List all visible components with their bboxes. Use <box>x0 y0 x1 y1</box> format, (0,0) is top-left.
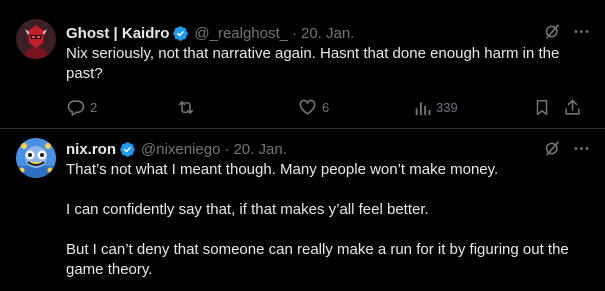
tweet-paragraph: But I can’t deny that someone can really… <box>66 241 569 278</box>
tweet-header-actions <box>543 139 591 158</box>
author-handle[interactable]: @nixeniego <box>141 141 220 158</box>
tweet-header-actions <box>543 22 591 41</box>
author-name[interactable]: Ghost | Kaidro <box>66 25 169 42</box>
tweet-paragraph: I can confidently say that, if that make… <box>66 201 429 218</box>
author-handle[interactable]: @_realghost_ <box>194 25 288 42</box>
reply-icon <box>66 98 85 117</box>
bookmark-icon <box>533 98 551 117</box>
tweet-text: Nix seriously, not that narrative again.… <box>66 45 560 82</box>
tweet-paragraph: That’s not what I meant though. Many peo… <box>66 161 499 178</box>
tweet-text: That’s not what I meant though. Many peo… <box>66 160 587 280</box>
views-icon <box>414 98 431 117</box>
tweet[interactable]: nix.ron @nixeniego · 20. Jan. That’s not… <box>0 129 605 291</box>
avatar[interactable] <box>16 19 56 59</box>
like-count: 6 <box>322 99 330 115</box>
tweet[interactable]: Ghost | Kaidro @_realghost_ · 20. Jan. N… <box>0 0 605 129</box>
reply-count: 2 <box>90 99 98 115</box>
separator-dot: · <box>292 24 297 42</box>
avatar[interactable] <box>16 138 56 178</box>
verified-badge-icon <box>172 25 189 42</box>
more-icon[interactable] <box>572 139 591 158</box>
reply-button[interactable]: 2 <box>66 97 97 117</box>
verified-badge-icon <box>119 141 136 158</box>
more-icon[interactable] <box>572 22 591 41</box>
tweet-header: Ghost | Kaidro @_realghost_ · 20. Jan. <box>66 23 605 43</box>
like-icon <box>298 98 317 117</box>
author-name[interactable]: nix.ron <box>66 141 116 158</box>
tweet-date[interactable]: 20. Jan. <box>301 25 354 42</box>
separator-dot: · <box>224 140 230 158</box>
views-button[interactable]: 339 <box>414 97 458 117</box>
retweet-button[interactable] <box>176 97 196 117</box>
share-icon <box>563 98 582 117</box>
retweet-icon <box>176 98 196 117</box>
grok-icon[interactable] <box>543 22 562 41</box>
share-button[interactable] <box>563 97 582 117</box>
grok-icon[interactable] <box>543 139 562 158</box>
tweet-date[interactable]: 20. Jan. <box>233 141 286 158</box>
view-count: 339 <box>436 99 458 115</box>
like-button[interactable]: 6 <box>298 97 329 117</box>
bookmark-button[interactable] <box>533 97 551 117</box>
tweet-actions: 2 6 339 <box>66 97 605 117</box>
tweet-header: nix.ron @nixeniego · 20. Jan. <box>66 139 605 159</box>
